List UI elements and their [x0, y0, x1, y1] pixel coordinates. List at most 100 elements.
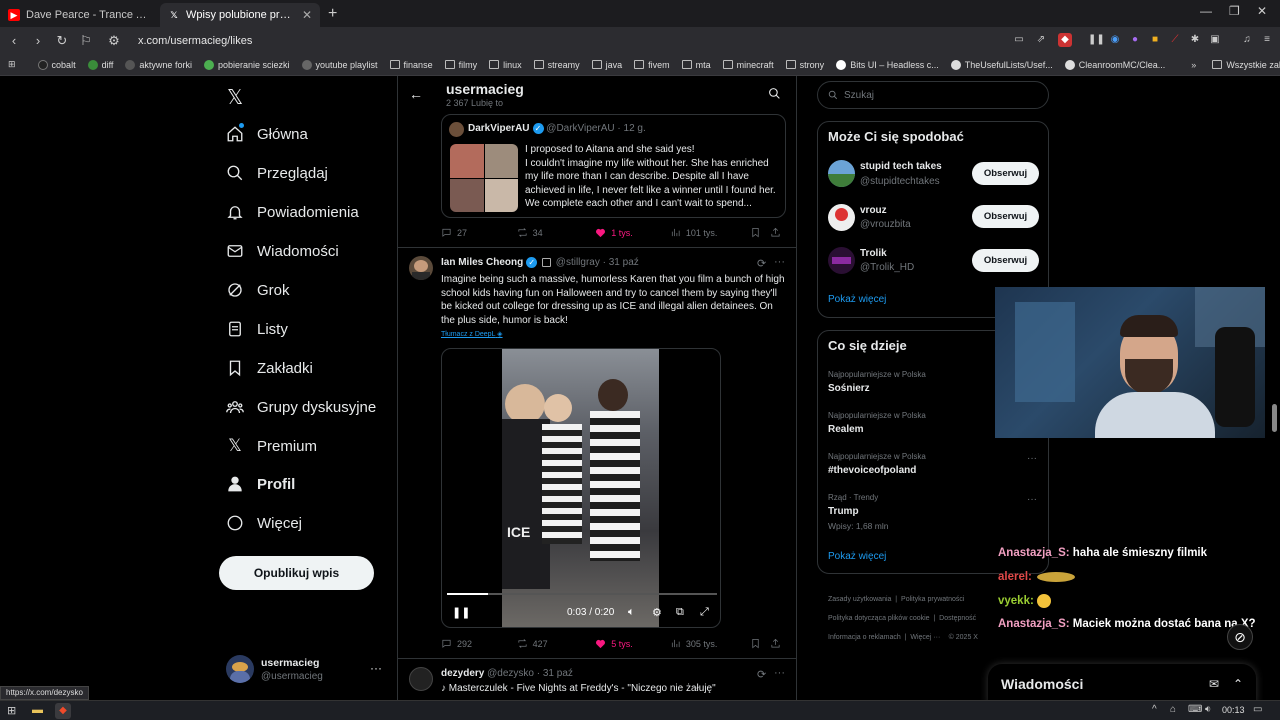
tab-x-likes[interactable]: 𝕏 Wpisy polubione przez usermacieg ✕ — [160, 3, 320, 27]
sidebar-item-bookmarks[interactable]: Zakładki — [226, 359, 313, 377]
bookmark-button[interactable] — [750, 227, 770, 238]
page-scrollbar[interactable] — [1272, 404, 1277, 432]
views-button[interactable]: 101 tys. — [670, 227, 751, 238]
apps-grid-icon[interactable]: ⊞ — [8, 59, 16, 70]
grok-floating-button[interactable]: ⊘ — [1227, 624, 1253, 650]
author-name[interactable]: Ian Miles Cheong — [441, 257, 523, 268]
extension-icon[interactable]: ◉ — [1108, 33, 1122, 47]
volume-icon[interactable]: 🔉︎ — [1205, 704, 1211, 715]
footer-link[interactable]: Informacja o reklamach — [828, 634, 901, 641]
video-progress-track[interactable] — [447, 593, 717, 595]
media-icon[interactable]: ♫ — [1240, 33, 1254, 47]
back-arrow-icon[interactable]: ← — [409, 86, 423, 102]
restore-icon[interactable]: ❐ — [1229, 4, 1240, 18]
install-icon[interactable]: ▭ — [1012, 33, 1026, 47]
avatar[interactable] — [828, 160, 855, 187]
bookmark-item[interactable]: diff — [87, 59, 113, 70]
folder-item[interactable]: java — [591, 60, 622, 70]
share-button[interactable] — [770, 638, 786, 649]
folder-item[interactable]: filmy — [444, 60, 477, 70]
search-input[interactable]: Szukaj — [844, 90, 874, 101]
sidebar-item-lists[interactable]: Listy — [226, 320, 288, 338]
forward-icon[interactable]: › — [28, 33, 48, 48]
reply-button[interactable]: 27 — [441, 227, 517, 238]
sidebar-item-premium[interactable]: 𝕏 Premium — [226, 436, 317, 456]
sidebar-item-profile[interactable]: Profil — [226, 475, 295, 493]
sidebar-item-grok[interactable]: Grok — [226, 281, 290, 299]
search-icon[interactable] — [768, 87, 781, 100]
follow-button[interactable]: Obserwuj — [972, 162, 1039, 185]
sidebar-item-communities[interactable]: Grupy dyskusyjne — [226, 398, 376, 416]
extension-icon[interactable]: ● — [1128, 33, 1142, 47]
folder-item[interactable]: fivem — [634, 60, 670, 70]
extension-icon[interactable]: ⟋ — [1168, 33, 1182, 47]
folder-item[interactable]: mta — [681, 60, 711, 70]
menu-icon[interactable]: ≡ — [1260, 33, 1274, 47]
url-bar[interactable]: x.com/usermacieg/likes — [138, 35, 252, 47]
bookmark-item[interactable]: pobieranie sciezki — [203, 59, 290, 70]
folder-item[interactable]: strony — [785, 60, 824, 70]
bookmark-item[interactable]: TheUsefulLists/Usef... — [950, 59, 1053, 70]
show-more-suggestions[interactable]: Pokaż więcej — [828, 294, 886, 305]
suggestion-name[interactable]: Trolik — [860, 248, 887, 259]
bookmark-item[interactable]: cobalt — [37, 59, 76, 70]
reload-icon[interactable]: ↻ — [52, 33, 72, 49]
grok-icon[interactable]: ⟳ — [757, 257, 766, 270]
sidebar-item-messages[interactable]: Wiadomości — [226, 242, 339, 260]
mute-icon[interactable]: 🔈︎ — [628, 606, 635, 619]
close-window-icon[interactable]: ✕ — [1257, 4, 1267, 18]
folder-item[interactable]: streamy — [533, 60, 580, 70]
sidebar-item-more[interactable]: Więcej — [226, 514, 302, 532]
footer-link[interactable]: Zasady użytkowania — [828, 596, 891, 603]
sidebar-item-explore[interactable]: Przeglądaj — [226, 164, 328, 182]
more-bookmarks-icon[interactable]: » — [1191, 60, 1196, 70]
trend-item[interactable]: Trump — [828, 506, 859, 517]
author-handle[interactable]: @dezysko — [487, 668, 534, 679]
timestamp[interactable]: · 31 paź — [603, 257, 639, 268]
folder-item[interactable]: minecraft — [722, 60, 774, 70]
share-button[interactable] — [770, 227, 786, 238]
brave-shield-icon[interactable]: ◆ — [1058, 33, 1072, 47]
language-icon[interactable]: ⌨ — [1188, 704, 1202, 715]
avatar[interactable] — [409, 667, 433, 691]
minimize-icon[interactable]: — — [1200, 4, 1212, 18]
author-name[interactable]: dezydery — [441, 668, 484, 679]
footer-link[interactable]: Polityka dotycząca plików cookie — [828, 615, 930, 622]
suggestion-name[interactable]: vrouz — [860, 205, 887, 216]
repost-button[interactable]: 427 — [517, 638, 596, 649]
bookmark-button[interactable] — [750, 638, 770, 649]
like-button[interactable]: 1 tys. — [595, 227, 670, 238]
reply-button[interactable]: 292 — [441, 638, 517, 649]
extension-icon[interactable]: ■ — [1148, 33, 1162, 47]
bookmark-item[interactable]: aktywne forki — [125, 59, 192, 70]
file-explorer-icon[interactable]: ▬ — [32, 704, 43, 716]
trend-more-icon[interactable]: ··· — [1027, 453, 1037, 464]
suggestion-name[interactable]: stupid tech takes — [860, 161, 942, 172]
translate-link[interactable]: Tłumacz z DeepL ◈ — [441, 330, 503, 338]
sidebar-item-home[interactable]: Główna — [226, 123, 308, 143]
tab-youtube[interactable]: ▶ Dave Pearce - Trance Anthems 2008 Volu… — [0, 3, 160, 27]
all-bookmarks[interactable]: Wszystkie zakładki — [1212, 60, 1280, 70]
bookmark-page-icon[interactable]: ⚐ — [76, 33, 96, 49]
search-box[interactable]: Szukaj — [817, 81, 1049, 109]
video-player[interactable]: ICE ❚❚ 0:03 / 0:20 🔈︎ ⚙ ⧉ ⤢ — [441, 348, 721, 628]
fullscreen-icon[interactable]: ⤢ — [700, 606, 709, 619]
expand-icon[interactable]: ⌃ — [1233, 677, 1243, 691]
bookmark-item[interactable]: youtube playlist — [301, 59, 378, 70]
picture-in-picture-icon[interactable]: ⧉ — [676, 606, 684, 619]
views-button[interactable]: 305 tys. — [670, 638, 751, 649]
pause-icon[interactable]: ❚❚ — [452, 606, 470, 619]
footer-link[interactable]: Więcej ··· — [910, 634, 940, 641]
settings-icon[interactable]: ⚙ — [652, 606, 662, 619]
site-info-icon[interactable]: ⚙ — [104, 33, 124, 49]
folder-item[interactable]: finanse — [389, 60, 433, 70]
back-icon[interactable]: ‹ — [4, 33, 24, 48]
x-logo-icon[interactable]: 𝕏 — [227, 85, 243, 110]
share-icon[interactable]: ⇗ — [1034, 33, 1048, 47]
grok-icon[interactable]: ⟳ — [757, 668, 766, 681]
brave-icon[interactable]: ◆ — [55, 703, 71, 719]
tray-chevron-icon[interactable]: ^ — [1152, 704, 1157, 715]
account-menu-icon[interactable]: ··· — [370, 661, 382, 675]
bookmark-item[interactable]: CleanroomMC/Clea... — [1064, 59, 1165, 70]
sidebar-item-notifications[interactable]: Powiadomienia — [226, 203, 359, 221]
